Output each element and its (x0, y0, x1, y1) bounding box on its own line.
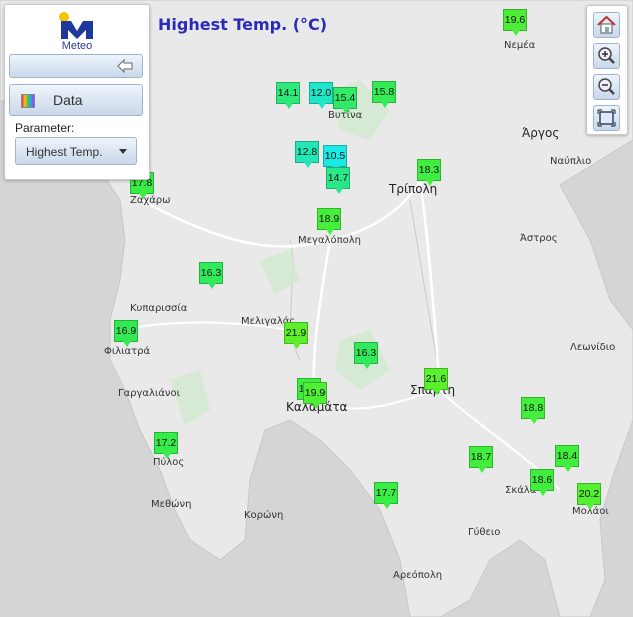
zoom-extent-icon (597, 109, 616, 127)
station-marker[interactable]: 18.6 (530, 469, 554, 496)
station-marker[interactable]: 20.2 (577, 483, 601, 510)
station-marker[interactable]: 18.4 (555, 445, 579, 472)
station-marker[interactable]: 19.9 (303, 382, 327, 409)
map-toolbar (586, 5, 628, 135)
station-marker[interactable]: 21.6 (424, 368, 448, 395)
town-label: Αρεόπολη (393, 570, 443, 581)
map-title: Highest Temp. (°C) (158, 15, 328, 34)
town-label: Άργος (522, 126, 560, 140)
town-label: Γαργαλιάνοι (118, 388, 181, 399)
town-label: Κορώνη (244, 510, 284, 521)
town-label: Άστρος (520, 233, 558, 244)
station-marker[interactable]: 12.8 (295, 141, 319, 168)
station-marker[interactable]: 15.4 (333, 87, 357, 114)
station-marker[interactable]: 17.7 (374, 482, 398, 509)
home-icon (597, 15, 616, 34)
home-button[interactable] (593, 12, 620, 38)
zoom-out-button[interactable] (593, 74, 620, 100)
town-label: Μεγαλόπολη (298, 235, 361, 246)
parameter-select[interactable]: Highest Temp. (15, 137, 137, 165)
zoom-out-icon (598, 78, 615, 95)
station-marker[interactable]: 12.0 (309, 82, 333, 109)
data-button[interactable]: Data (9, 84, 143, 116)
control-panel: Meteo Data Parameter: Highest Temp. (4, 4, 150, 180)
station-marker[interactable]: 19.6 (503, 9, 527, 36)
meteo-logo-icon (59, 12, 93, 39)
color-scale-icon (21, 94, 35, 108)
town-label: Λεωνίδιο (570, 342, 616, 353)
zoom-in-icon (598, 47, 615, 64)
station-marker[interactable]: 17.2 (154, 432, 178, 459)
station-marker[interactable]: 16.9 (114, 320, 138, 347)
town-label: Ζαχάρω (130, 195, 171, 206)
meteo-logo[interactable]: Meteo (55, 11, 99, 53)
town-label: Ναύπλιο (550, 156, 592, 167)
station-marker[interactable]: 14.1 (276, 82, 300, 109)
collapse-panel-button[interactable] (9, 54, 143, 78)
parameter-select-value: Highest Temp. (26, 145, 103, 159)
station-marker[interactable]: 10.5 (323, 145, 347, 172)
zoom-in-button[interactable] (593, 43, 620, 69)
town-label: Γύθειο (468, 527, 501, 538)
station-marker[interactable]: 16.3 (199, 262, 223, 289)
station-marker[interactable]: 14.7 (326, 167, 350, 194)
arrow-left-icon (117, 58, 133, 74)
data-button-label: Data (53, 92, 83, 108)
station-marker[interactable]: 18.7 (469, 446, 493, 473)
zoom-extent-button[interactable] (593, 105, 620, 131)
town-label: Φιλιατρά (104, 346, 151, 357)
chevron-down-icon (119, 149, 127, 154)
parameter-label: Parameter: (15, 121, 75, 135)
station-marker[interactable]: 21.9 (284, 322, 308, 349)
station-marker[interactable]: 15.8 (372, 81, 396, 108)
town-label: Μεθώνη (151, 499, 192, 510)
town-label: Νεμέα (504, 40, 536, 51)
station-marker[interactable]: 18.9 (317, 208, 341, 235)
logo-text: Meteo (61, 40, 93, 52)
station-marker[interactable]: 18.8 (521, 397, 545, 424)
town-label: Κυπαρισσία (130, 303, 188, 314)
station-marker[interactable]: 16.3 (354, 342, 378, 369)
station-marker[interactable]: 18.3 (417, 159, 441, 186)
